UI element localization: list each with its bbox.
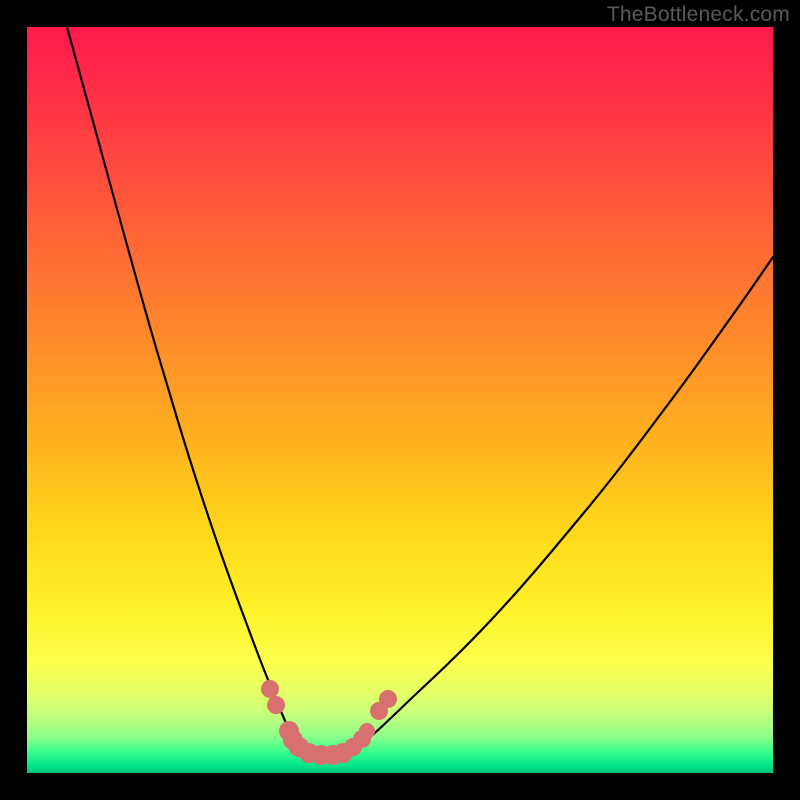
plot-area <box>27 27 773 773</box>
curve-left-curve <box>67 27 312 754</box>
marker-right-mid-2 <box>359 723 375 739</box>
marker-right-upper-2 <box>379 690 397 708</box>
curve-group <box>67 27 773 755</box>
marker-left-upper-1 <box>261 680 279 698</box>
watermark-text: TheBottleneck.com <box>607 3 790 27</box>
curve-right-curve <box>341 257 773 754</box>
marker-left-upper-2 <box>267 696 285 714</box>
marker-group <box>261 680 397 765</box>
chart-svg <box>27 27 773 773</box>
outer-frame: TheBottleneck.com <box>0 0 800 800</box>
